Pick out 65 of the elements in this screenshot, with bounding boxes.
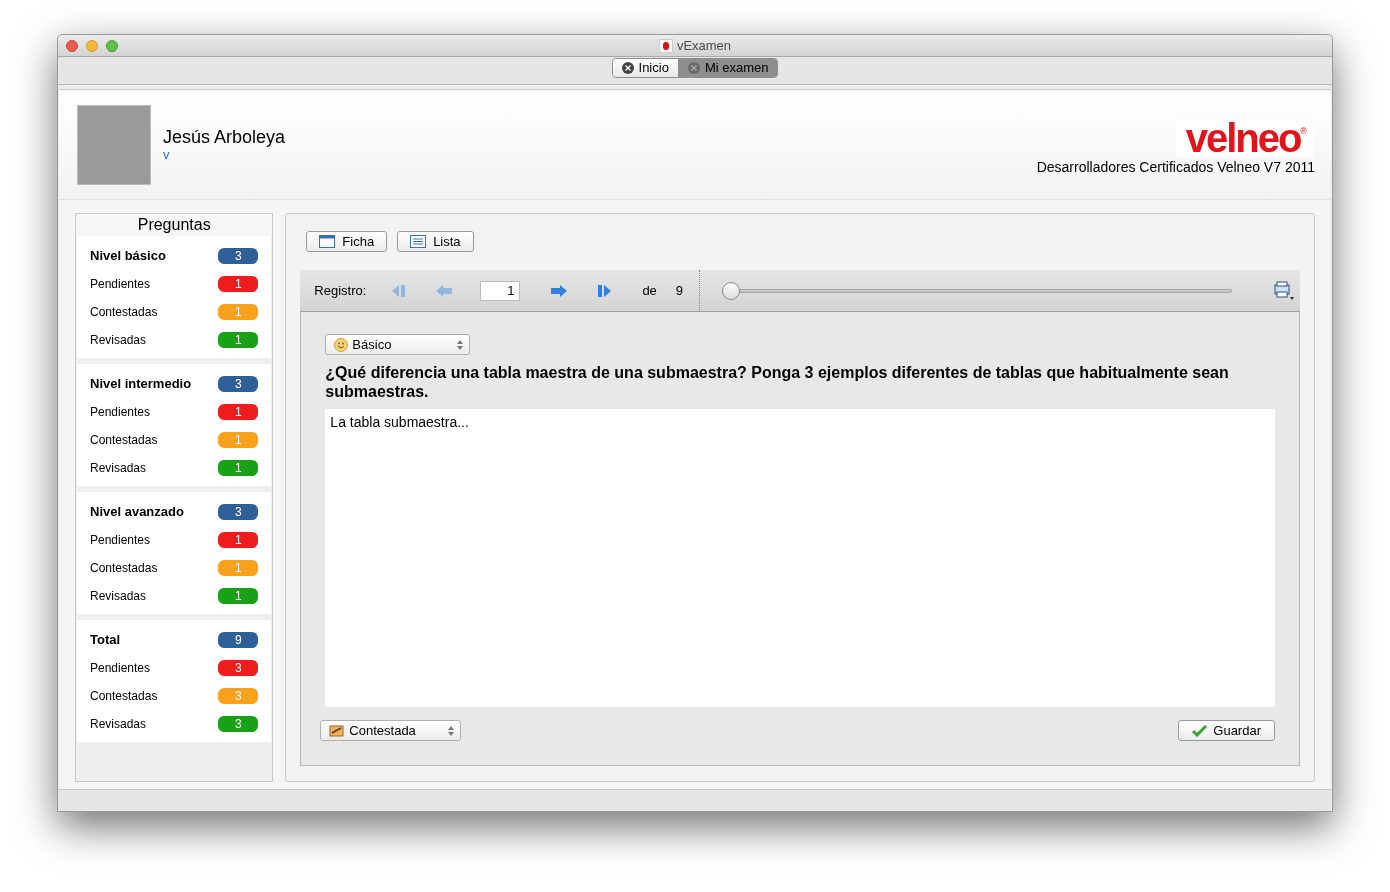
close-icon[interactable] <box>621 62 634 74</box>
sidebar-label: Revisadas <box>90 460 147 477</box>
sidebar-label: Revisadas <box>90 332 147 349</box>
sidebar-label: Contestadas <box>90 688 158 705</box>
smiley-icon <box>334 337 349 352</box>
question-text: ¿Qué diferencia una tabla maestra de una submaestra? Ponga 3 ejemplos diferentes de tablas que habitualmente sean submaestras. <box>325 363 1230 401</box>
sidebar-title: Preguntas <box>76 214 273 236</box>
tab[interactable]: Mi examen <box>677 59 778 77</box>
count-badge: 1 <box>218 304 259 320</box>
count-badge: 3 <box>218 688 259 704</box>
count-badge: 1 <box>218 276 259 292</box>
navigator-label: Registro: <box>314 281 367 300</box>
tab[interactable]: Inicio <box>612 59 678 77</box>
sidebar-label: Nivel básico <box>90 247 166 266</box>
count-badge: 1 <box>218 588 259 604</box>
app-icon <box>658 38 673 53</box>
count-badge: 1 <box>218 404 259 420</box>
sidebar-label: Contestadas <box>90 560 158 577</box>
answer-field[interactable]: La tabla submaestra... <box>325 409 1275 707</box>
count-badge: 1 <box>218 560 259 576</box>
sidebar-label: Pendientes <box>90 532 151 549</box>
sidebar-label: Pendientes <box>90 276 151 293</box>
count-badge: 1 <box>218 532 259 548</box>
sidebar-label: Revisadas <box>90 588 147 605</box>
count-badge: 3 <box>218 660 259 676</box>
sidebar-label: Nivel intermedio <box>90 375 192 394</box>
sidebar-label: Pendientes <box>90 404 151 421</box>
sidebar-label: Pendientes <box>90 660 151 677</box>
checkmark-icon <box>1192 724 1208 737</box>
count-badge: 3 <box>218 376 259 392</box>
count-badge: 1 <box>218 332 259 348</box>
updown-icon <box>457 339 464 350</box>
count-badge: 1 <box>218 460 259 476</box>
sidebar-label: Contestadas <box>90 304 158 321</box>
count-badge: 3 <box>218 248 259 264</box>
pencil-note-icon <box>329 723 346 738</box>
window-title: vExamen <box>676 36 732 55</box>
status-select[interactable]: Contestada <box>320 720 462 741</box>
window-icon <box>319 235 336 248</box>
record-number-field[interactable]: 1 <box>480 280 521 301</box>
close-button[interactable] <box>66 40 78 52</box>
updown-icon <box>448 725 455 736</box>
slider-thumb[interactable] <box>722 281 741 300</box>
zoom-button[interactable] <box>106 40 118 52</box>
logo: velneo® <box>1175 119 1313 157</box>
of-label: de <box>642 281 657 300</box>
sidebar-label: Contestadas <box>90 432 158 449</box>
minimize-button[interactable] <box>86 40 98 52</box>
view-button[interactable]: Lista <box>397 231 474 252</box>
record-total: 9 <box>675 281 684 300</box>
count-badge: 9 <box>218 632 259 648</box>
subtitle: Desarrolladores Certificados Velneo V7 2011 <box>1036 158 1315 177</box>
print-icon[interactable] <box>1272 280 1294 301</box>
count-badge: 3 <box>218 504 259 520</box>
sidebar-label: Revisadas <box>90 716 147 733</box>
count-badge: 1 <box>218 432 259 448</box>
list-icon <box>410 235 427 248</box>
sidebar-label: Nivel avanzado <box>90 503 184 522</box>
count-badge: 3 <box>218 716 259 732</box>
user-link[interactable]: v <box>163 148 170 161</box>
save-button[interactable]: Guardar <box>1178 720 1275 741</box>
user-name: Jesús Arboleya <box>163 126 286 148</box>
view-button[interactable]: Ficha <box>306 231 388 252</box>
level-select[interactable]: Básico <box>325 334 471 355</box>
sidebar-label: Total <box>90 631 121 650</box>
